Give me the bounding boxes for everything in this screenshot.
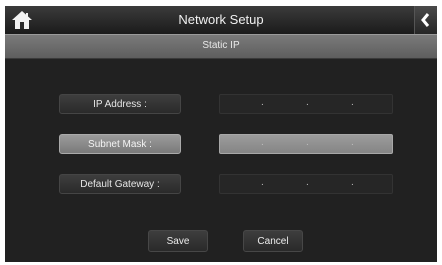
back-button[interactable] [414,6,437,34]
ip-separator: . [351,137,354,148]
ip-separator: . [261,177,264,188]
chevron-left-icon [421,13,430,27]
top-bar: Network Setup [5,6,437,34]
subnet-mask-label-button[interactable]: Subnet Mask : [59,134,181,154]
subnet-mask-field[interactable]: . . . [219,134,393,154]
ip-separator: . [351,97,354,108]
page-title: Network Setup [178,12,264,27]
mode-bar: Static IP [5,34,437,59]
default-gateway-field[interactable]: . . . [219,174,393,194]
save-button[interactable]: Save [148,230,208,252]
ip-separator: . [306,137,309,148]
ip-address-label-button[interactable]: IP Address : [59,94,181,114]
ip-address-field[interactable]: . . . [219,94,393,114]
ip-separator: . [351,177,354,188]
network-setup-screen: Network Setup Static IP IP Address : . .… [5,6,437,262]
cancel-button[interactable]: Cancel [243,230,303,252]
mode-title: Static IP [202,40,240,51]
ip-separator: . [261,97,264,108]
default-gateway-label-button[interactable]: Default Gateway : [59,174,181,194]
ip-separator: . [261,137,264,148]
ip-separator: . [306,97,309,108]
ip-separator: . [306,177,309,188]
